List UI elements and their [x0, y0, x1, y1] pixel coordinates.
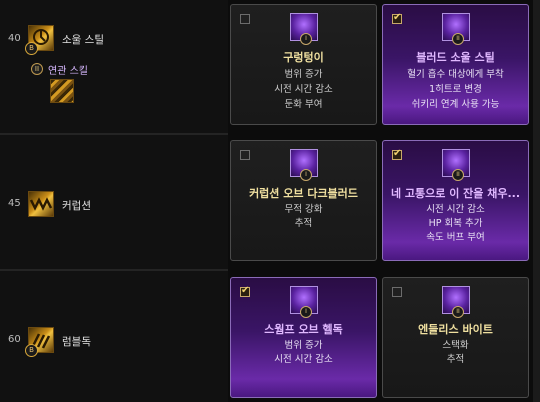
talent-effect: 둔화 부여: [284, 99, 323, 110]
talent-effect: 혈기 흡수 대상에게 부착: [407, 69, 504, 80]
talent-icon: I: [290, 149, 318, 181]
talent-checkbox[interactable]: ✔: [392, 148, 402, 160]
talent-checkbox[interactable]: [240, 150, 250, 160]
talent-effect: 속도 버프 부여: [426, 232, 485, 243]
talent-icon: I: [290, 286, 318, 318]
talent-title: 블러드 소울 스틸: [416, 51, 495, 64]
row-divider: [0, 269, 228, 271]
talent-effect: 시전 시간 감소: [274, 84, 333, 95]
talent-title: 커럽션 오브 다크블러드: [249, 187, 358, 200]
talent-icon: II: [442, 286, 470, 318]
talent-effect: 스택화: [442, 340, 469, 351]
talent-card-gorungteongi[interactable]: I 구렁텅이 범위 증가 시전 시간 감소 둔화 부여: [230, 4, 377, 125]
check-icon: ✔: [393, 148, 402, 159]
row-divider: [0, 133, 228, 135]
related-skill-label: 연관 스킬: [48, 66, 88, 77]
talent-card-blood-soul-steal[interactable]: ✔ II 블러드 소울 스틸 혈기 흡수 대상에게 부착 1히트로 변경 쉬키리…: [382, 4, 529, 125]
talent-effect: 1히트로 변경: [429, 84, 482, 95]
talent-effect: 쉬키리 연계 사용 가능: [411, 99, 500, 110]
tier-badge: I: [300, 306, 312, 318]
skill-badge: B: [25, 344, 38, 357]
talent-checkbox[interactable]: ✔: [392, 12, 402, 24]
zigzag-icon: [29, 197, 53, 211]
talent-title: 구렁텅이: [283, 51, 324, 64]
tier-badge: I: [300, 33, 312, 45]
talent-effect: 범위 증가: [284, 69, 323, 80]
soul-steal-skill-icon[interactable]: B: [25, 25, 54, 55]
skill-badge: B: [25, 42, 38, 55]
talent-checkbox[interactable]: ✔: [240, 285, 250, 297]
talent-effect: HP 회복 추가: [428, 218, 483, 229]
talent-card-swamp-of-helldog[interactable]: ✔ I 스웜프 오브 헬독 범위 증가 시전 시간 감소: [230, 277, 377, 398]
talent-effect: 범위 증가: [284, 340, 323, 351]
talent-checkbox[interactable]: [392, 287, 402, 297]
related-skill-badge-icon: II: [31, 63, 43, 75]
skill-level: 40: [8, 33, 21, 44]
check-icon: ✔: [241, 285, 250, 296]
tier-badge: I: [300, 169, 312, 181]
talent-card-endless-bite[interactable]: II 엔들리스 바이트 스택화 추적: [382, 277, 529, 398]
talent-effect: 시전 시간 감소: [426, 204, 485, 215]
talent-icon: I: [290, 13, 318, 45]
talent-card-corruption-of-darkblood[interactable]: I 커럽션 오브 다크블러드 무적 강화 추적: [230, 140, 377, 261]
skill-name: 럼블독: [62, 336, 91, 348]
skill-name: 커럽션: [62, 200, 91, 212]
talent-icon: II: [442, 13, 470, 45]
talent-effect: 추적: [446, 354, 465, 365]
corruption-skill-icon[interactable]: [28, 191, 54, 217]
talent-title: 엔들리스 바이트: [418, 323, 493, 336]
rumble-dog-skill-icon[interactable]: B: [25, 327, 54, 357]
talent-card-fill-the-cup[interactable]: ✔ II 네 고통으로 이 잔을 채우... 시전 시간 감소 HP 회복 추가…: [382, 140, 529, 261]
talent-effect: 무적 강화: [284, 204, 323, 215]
check-icon: ✔: [393, 12, 402, 23]
tier-badge: II: [452, 306, 464, 318]
skill-name: 소울 스틸: [62, 34, 104, 46]
talent-checkbox[interactable]: [240, 14, 250, 24]
talent-title: 스웜프 오브 헬독: [264, 323, 343, 336]
talent-effect: 시전 시간 감소: [274, 354, 333, 365]
skill-level: 60: [8, 334, 21, 345]
scrollbar-track[interactable]: [533, 0, 540, 402]
skill-level: 45: [8, 198, 21, 209]
tier-badge: II: [452, 169, 464, 181]
tier-badge: II: [452, 33, 464, 45]
talent-title: 네 고통으로 이 잔을 채우...: [390, 187, 521, 200]
related-skill-icon[interactable]: [50, 79, 74, 103]
talent-effect: 추적: [294, 218, 313, 229]
talent-icon: II: [442, 149, 470, 181]
